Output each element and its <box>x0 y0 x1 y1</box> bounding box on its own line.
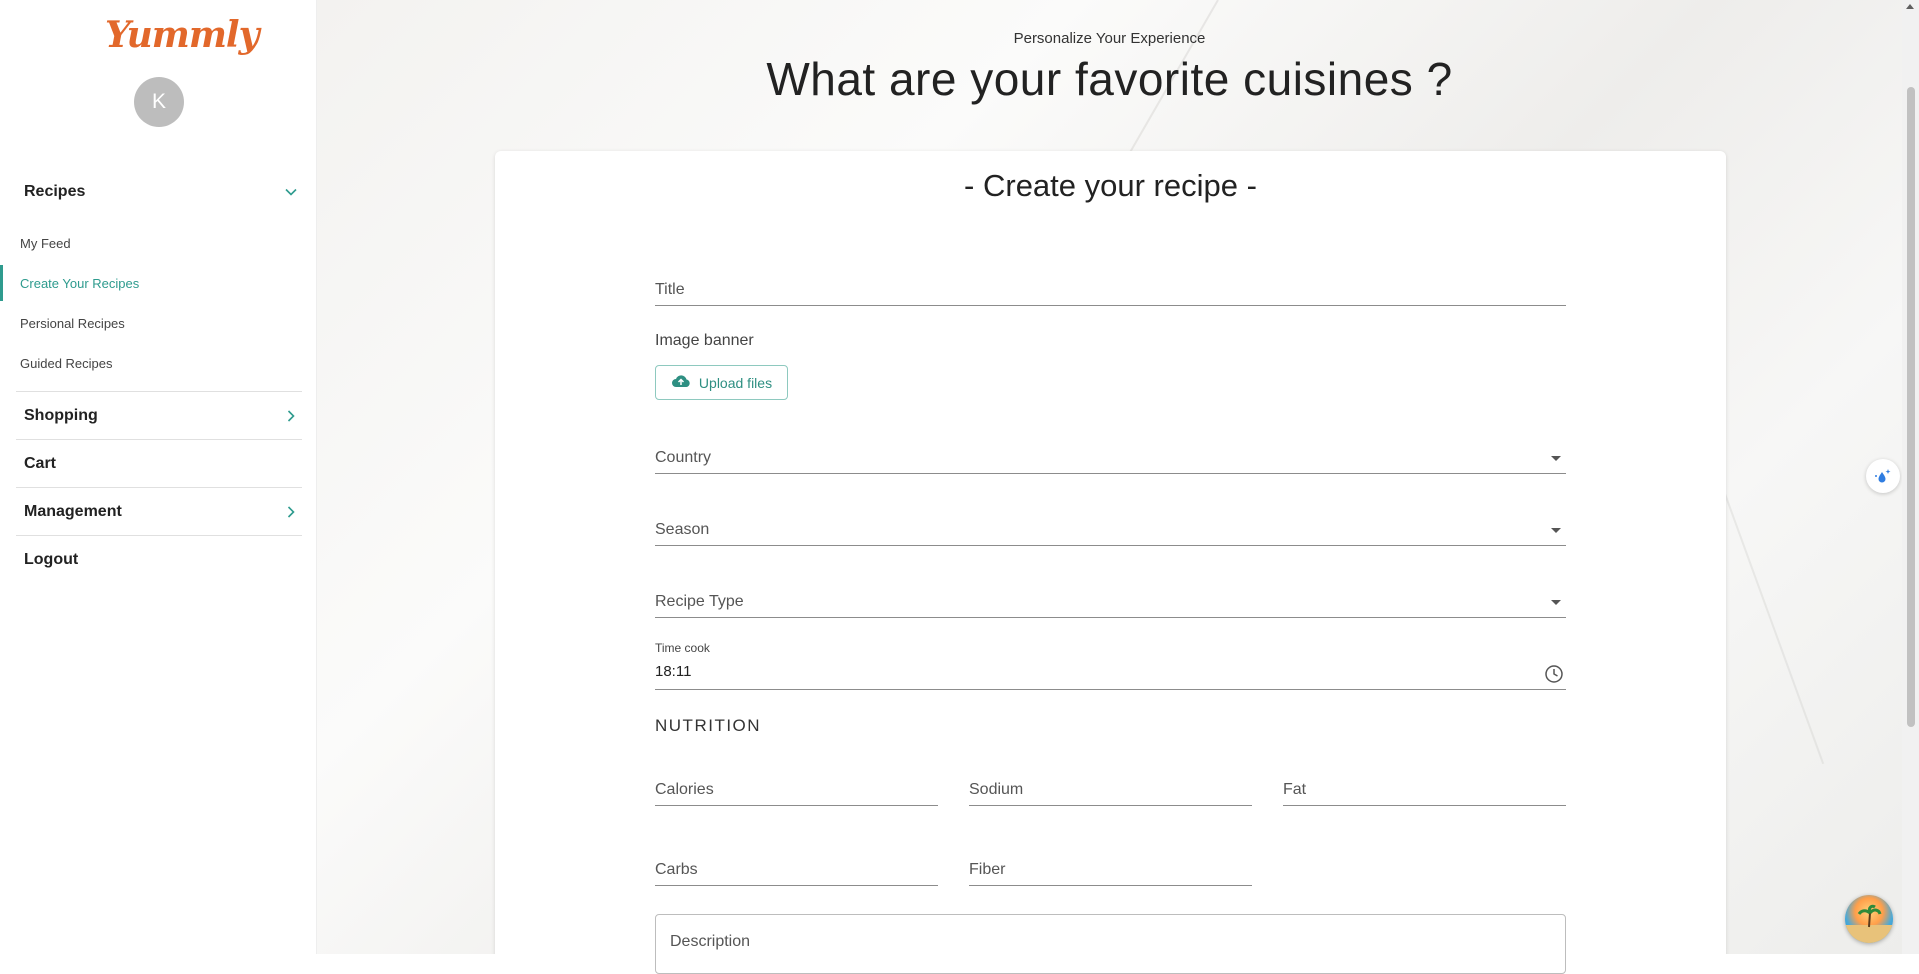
chevron-right-icon <box>282 407 300 425</box>
sidebar: Yummly K Recipes My Feed Create Your Rec… <box>0 0 317 954</box>
fat-label: Fat <box>1283 781 1307 798</box>
sidebar-item-personal-recipes[interactable]: Persional Recipes <box>0 305 316 341</box>
title-field[interactable]: Title <box>655 270 1566 306</box>
time-cook-label: Time cook <box>655 641 710 655</box>
page-kicker: Personalize Your Experience <box>1013 30 1206 47</box>
sidebar-item-shopping[interactable]: Shopping <box>16 392 302 439</box>
title-field-label: Title <box>655 281 685 298</box>
caret-down-icon <box>1551 456 1561 461</box>
avatar[interactable]: K <box>134 77 184 127</box>
upload-files-label: Upload files <box>698 374 773 391</box>
sidebar-item-label: Cart <box>24 454 57 472</box>
clock-icon[interactable] <box>1544 664 1564 689</box>
chevron-down-icon <box>282 183 300 201</box>
recipe-type-label: Recipe Type <box>655 593 744 610</box>
sidebar-item-logout[interactable]: Logout <box>16 536 302 583</box>
time-cook-input[interactable]: 18:11 <box>655 656 1566 690</box>
recipe-type-select[interactable]: Recipe Type <box>655 582 1566 618</box>
beach-avatar-icon[interactable] <box>1845 895 1893 943</box>
upload-files-button[interactable]: Upload files <box>655 365 788 400</box>
sidebar-item-my-feed[interactable]: My Feed <box>0 225 316 261</box>
sparkle-drop-icon[interactable] <box>1866 459 1900 493</box>
sidebar-item-recipes[interactable]: Recipes <box>16 168 302 215</box>
form-title: - Create your recipe - <box>964 168 1257 203</box>
calories-label: Calories <box>655 781 714 798</box>
sidebar-item-management[interactable]: Management <box>16 488 302 535</box>
cloud-upload-icon <box>671 374 691 391</box>
sidebar-item-label: Logout <box>24 550 79 568</box>
sidebar-item-guided-recipes[interactable]: Guided Recipes <box>0 345 316 381</box>
time-cook-value: 18:11 <box>655 663 692 680</box>
nutrition-heading: NUTRITION <box>655 716 762 735</box>
fiber-label: Fiber <box>969 861 1006 878</box>
main-content: Personalize Your Experience What are you… <box>317 0 1902 954</box>
season-label: Season <box>655 521 710 538</box>
calories-field[interactable]: Calories <box>655 770 938 806</box>
carbs-label: Carbs <box>655 861 698 878</box>
description-label: Description <box>670 933 751 950</box>
fiber-field[interactable]: Fiber <box>969 850 1252 886</box>
image-banner-label: Image banner <box>655 332 754 349</box>
season-select[interactable]: Season <box>655 510 1566 546</box>
description-textarea[interactable]: Description <box>655 914 1566 974</box>
sidebar-item-label: Management <box>24 502 122 520</box>
scroll-up-arrow[interactable] <box>1906 4 1914 9</box>
page-title: What are your favorite cuisines ? <box>766 53 1453 105</box>
sidebar-item-label: Recipes <box>24 182 86 200</box>
carbs-field[interactable]: Carbs <box>655 850 938 886</box>
country-label: Country <box>655 449 712 466</box>
caret-down-icon <box>1551 528 1561 533</box>
sidebar-item-create-your-recipes[interactable]: Create Your Recipes <box>0 265 316 301</box>
country-select[interactable]: Country <box>655 438 1566 474</box>
sodium-field[interactable]: Sodium <box>969 770 1252 806</box>
chevron-right-icon <box>282 503 300 521</box>
scrollbar-thumb[interactable] <box>1907 87 1915 727</box>
sidebar-item-label: Shopping <box>24 406 98 424</box>
yummly-logo[interactable]: Yummly <box>105 14 260 56</box>
sodium-label: Sodium <box>969 781 1024 798</box>
fat-field[interactable]: Fat <box>1283 770 1566 806</box>
sidebar-item-cart[interactable]: Cart <box>16 440 302 487</box>
caret-down-icon <box>1551 600 1561 605</box>
